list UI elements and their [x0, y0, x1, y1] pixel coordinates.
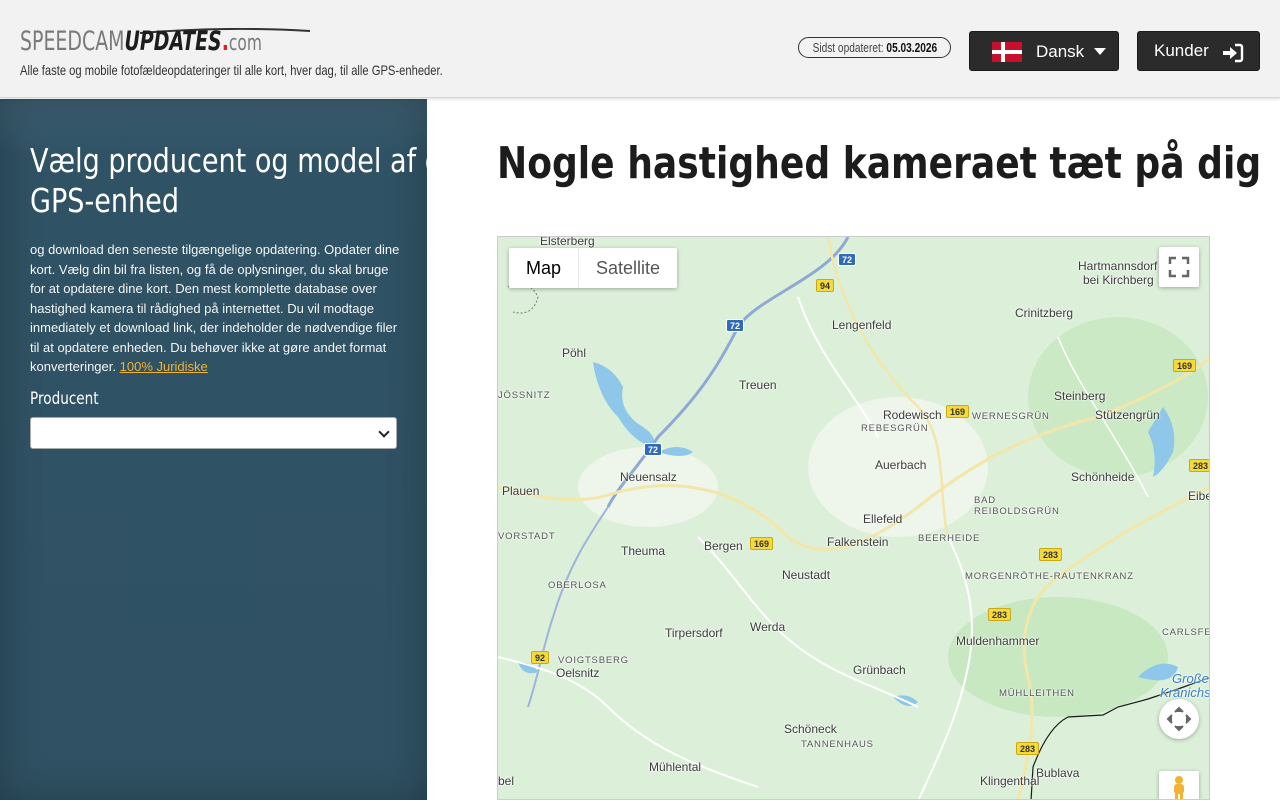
map-place-label: BAD	[974, 495, 996, 506]
map-place-label: Kranichs	[1160, 685, 1210, 700]
map-place-label: Elsterberg	[540, 236, 595, 248]
map-place-label: Mühlental	[649, 760, 702, 774]
sidebar-description-text: og download den seneste tilgængelige opd…	[30, 242, 400, 374]
page-title: Nogle hastighed kameraet tæt på dig	[497, 138, 1262, 189]
map-place-label: Bergen	[704, 539, 743, 553]
customers-login-button[interactable]: Kunder	[1137, 31, 1260, 71]
road-shield: 283	[1189, 459, 1209, 472]
road-shield: 283	[988, 608, 1012, 621]
map-place-label: Schönheide	[1071, 470, 1135, 484]
map-place-label: Ellefeld	[863, 512, 903, 526]
pegman-icon	[1174, 776, 1184, 799]
map-place-label: Treuen	[739, 378, 777, 392]
map-type-control: Map Satellite	[509, 248, 678, 288]
map-place-label: Theuma	[621, 544, 666, 558]
map-place-label: bei Kirchberg	[1083, 273, 1154, 287]
road-shield: 283	[1016, 742, 1040, 755]
road-shield: 283	[1039, 548, 1063, 561]
map-place-label: Pöhl	[562, 346, 587, 360]
map-place-label: Auerbach	[875, 458, 927, 472]
road-shield: 72	[838, 253, 857, 266]
producer-select[interactable]	[30, 417, 397, 449]
last-updated-badge: Sidst opdateret: 05.03.2026	[798, 37, 951, 58]
map-place-label: Eibenstock	[1188, 489, 1209, 503]
sidebar-title: Vælg producent og model af din GPS-enhed	[30, 141, 427, 221]
map-type-satellite-button[interactable]: Satellite	[579, 248, 677, 288]
street-view-pegman-button[interactable]	[1159, 771, 1199, 799]
map-place-label: WERNESGRÜN	[972, 411, 1050, 422]
road-shield: 72	[644, 443, 663, 456]
map-place-label: REIBOLDSGRÜN	[974, 506, 1060, 517]
map-place-label: CARLSFELD	[1162, 627, 1209, 638]
caret-down-icon	[1094, 48, 1106, 55]
site-header: SPEEDCAMUPDATES.com Alle faste og mobile…	[0, 0, 1280, 98]
map-place-label: Grünbach	[853, 663, 906, 677]
last-updated-date: 05.03.2026	[886, 40, 937, 55]
map-place-label: Crinitzberg	[1015, 306, 1074, 320]
logo-part3: com	[228, 31, 262, 56]
map-place-label: Werda	[750, 620, 786, 634]
fullscreen-icon	[1168, 256, 1190, 278]
map-place-label: Muldenhammer	[956, 634, 1040, 648]
producer-label: Producent	[30, 389, 99, 409]
map-place-label: Stützengrün	[1095, 408, 1160, 422]
fullscreen-button[interactable]	[1159, 247, 1199, 287]
sidebar-title-line2: GPS-enhed	[30, 181, 180, 220]
map-place-label: OBERLOSA	[548, 580, 607, 591]
sign-in-icon	[1223, 43, 1244, 63]
map-place-label: TANNENHAUS	[801, 739, 874, 750]
road-shield: 169	[1173, 359, 1197, 372]
map-place-label: Neuensalz	[620, 470, 677, 484]
logo-part2: UPDATES	[124, 26, 222, 57]
denmark-flag-icon	[992, 42, 1022, 62]
language-selector-button[interactable]: Dansk	[969, 31, 1119, 71]
road-shield: 169	[750, 537, 774, 550]
map-place-label: Steinberg	[1054, 389, 1106, 403]
map-place-label: VOIGTSBERG	[558, 655, 629, 666]
road-shield: 94	[816, 279, 835, 292]
map-view[interactable]: Elsterberg Pöhl Lengenfeld Hartmannsdorf bei…	[497, 236, 1210, 800]
legal-link[interactable]: 100% Juridiske	[120, 359, 208, 374]
road-shield: 92	[531, 651, 550, 664]
customers-label: Kunder	[1154, 41, 1209, 60]
map-place-label: VORSTADT	[498, 531, 556, 542]
sidebar-title-line1: Vælg producent og model af din	[30, 141, 427, 180]
road-shield: 72	[726, 319, 745, 332]
map-place-label: Große	[1172, 671, 1209, 686]
map-place-label: Neustadt	[782, 568, 831, 582]
map-place-label: BEERHEIDE	[918, 533, 981, 544]
site-logo[interactable]: SPEEDCAMUPDATES.com	[20, 26, 330, 60]
map-place-label: Oelsnitz	[556, 666, 600, 680]
map-place-label: REBESGRÜN	[861, 423, 929, 434]
move-arrows-icon	[1166, 706, 1192, 732]
map-place-label: Rodewisch	[883, 408, 942, 422]
map-place-label: Bublava	[1036, 766, 1080, 780]
map-place-label: Tirpersdorf	[665, 626, 723, 640]
sidebar-description: og download den seneste tilgængelige opd…	[30, 240, 400, 377]
map-place-label: bel	[498, 774, 515, 788]
sidebar-panel: Vælg producent og model af din GPS-enhed…	[0, 99, 427, 800]
map-place-label: JÖSSNITZ	[498, 390, 551, 401]
map-place-label: Falkenstein	[827, 535, 889, 549]
map-place-label: Hartmannsdorf	[1078, 259, 1158, 273]
logo-dot: .	[221, 26, 229, 57]
map-place-label: Klingenthal	[980, 774, 1040, 788]
map-place-label: Plauen	[502, 484, 540, 498]
last-updated-label: Sidst opdateret:	[812, 40, 884, 55]
map-place-label: Schöneck	[784, 722, 837, 736]
road-shield: 169	[946, 405, 970, 418]
camera-control-button[interactable]	[1159, 699, 1199, 739]
map-place-label: Lengenfeld	[832, 318, 892, 332]
map-place-label: MÜHLLEITHEN	[999, 688, 1075, 699]
map-place-label: MORGENRÖTHE-RAUTENKRANZ	[965, 571, 1134, 582]
chevron-down-icon	[378, 426, 390, 438]
site-tagline: Alle faste og mobile fotofældeopdatering…	[20, 62, 443, 78]
map-type-map-button[interactable]: Map	[509, 248, 578, 288]
logo-part1: SPEEDCAM	[20, 26, 125, 57]
language-label: Dansk	[1036, 42, 1085, 61]
